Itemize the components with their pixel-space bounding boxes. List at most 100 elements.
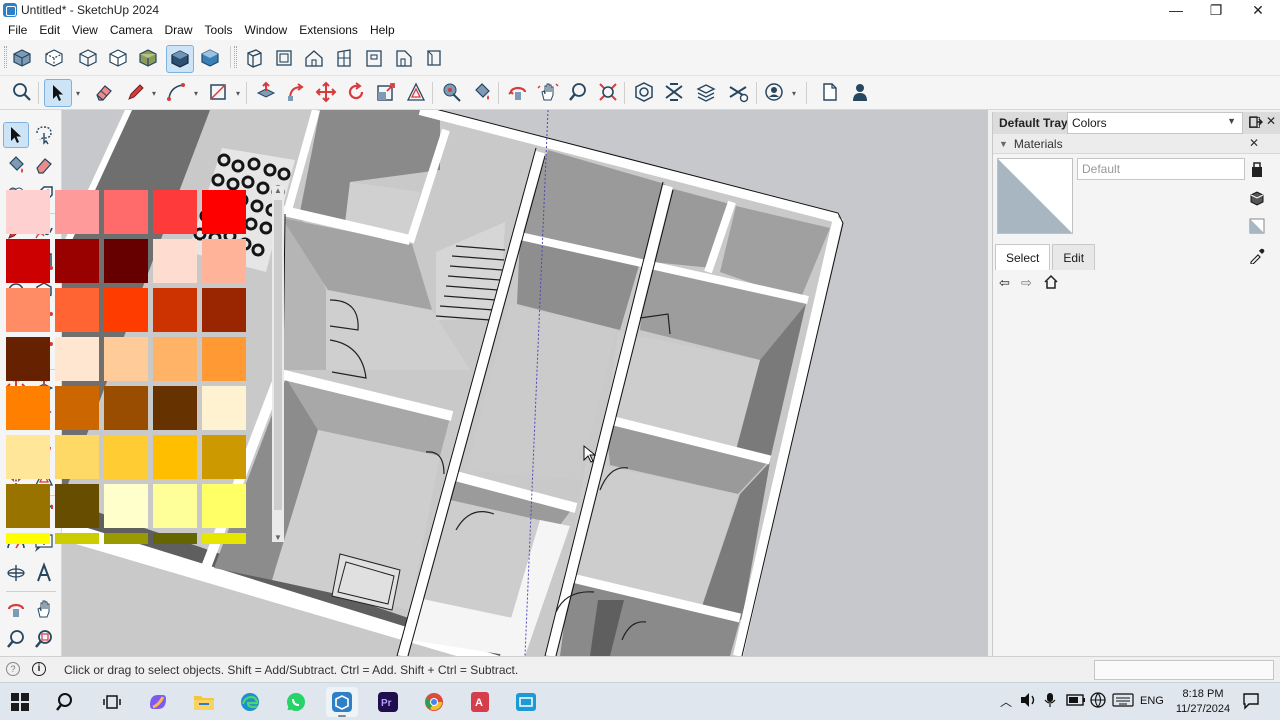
menu-file[interactable]: File <box>2 23 33 37</box>
taskbar-clock[interactable]: 8:18 PM 11/27/2024 <box>1172 687 1234 717</box>
monochrome-icon[interactable] <box>198 46 222 70</box>
display-secondary-pane-icon[interactable] <box>1247 160 1267 180</box>
color-swatch[interactable] <box>153 288 197 332</box>
paint-bucket-icon[interactable] <box>470 80 494 104</box>
paint-bucket-icon[interactable] <box>3 152 29 178</box>
tab-edit[interactable]: Edit <box>1052 244 1096 270</box>
layout-icon[interactable] <box>694 80 718 104</box>
menu-help[interactable]: Help <box>364 23 401 37</box>
menu-extensions[interactable]: Extensions <box>293 23 364 37</box>
color-swatch[interactable] <box>55 337 99 381</box>
info-icon[interactable]: i <box>32 662 46 676</box>
menu-edit[interactable]: Edit <box>33 23 66 37</box>
close-button[interactable]: ✕ <box>1238 0 1278 20</box>
task-view-icon[interactable] <box>96 687 128 717</box>
menu-camera[interactable]: Camera <box>104 23 159 37</box>
hidden-line-icon[interactable] <box>106 46 130 70</box>
default-material-icon[interactable] <box>1247 216 1267 236</box>
extension-manager-icon[interactable] <box>726 80 750 104</box>
color-swatch[interactable] <box>6 239 50 283</box>
copilot-icon[interactable] <box>142 687 174 717</box>
select-tool-icon[interactable] <box>44 79 72 107</box>
pencil-icon[interactable] <box>124 80 148 104</box>
color-swatch[interactable] <box>153 190 197 234</box>
xray-style-icon[interactable] <box>10 46 34 70</box>
menu-view[interactable]: View <box>66 23 104 37</box>
back-edges-icon[interactable] <box>42 46 66 70</box>
menu-draw[interactable]: Draw <box>159 23 199 37</box>
keyboard-icon[interactable] <box>1112 693 1134 710</box>
windows-start-icon[interactable] <box>4 687 36 717</box>
color-swatch[interactable] <box>55 190 99 234</box>
color-swatch[interactable] <box>55 239 99 283</box>
color-swatch[interactable] <box>202 435 246 479</box>
color-swatch[interactable] <box>6 484 50 528</box>
select-tool-icon[interactable] <box>3 122 29 148</box>
color-swatch[interactable] <box>104 435 148 479</box>
measurements-box[interactable] <box>1094 660 1274 680</box>
maximize-button[interactable]: ❐ <box>1196 0 1236 20</box>
globe-icon[interactable] <box>1090 692 1106 711</box>
forward-arrow-icon[interactable]: ⇨ <box>1021 275 1032 291</box>
home-icon[interactable] <box>1043 274 1059 293</box>
materials-panel-header[interactable]: ▼ Materials ✕ <box>993 134 1280 154</box>
color-swatch[interactable] <box>153 533 197 544</box>
chevron-down-icon[interactable]: ▾ <box>150 81 158 105</box>
extension-warehouse-icon[interactable] <box>662 80 686 104</box>
color-swatch[interactable] <box>202 533 246 544</box>
speaker-icon[interactable] <box>1020 692 1038 711</box>
3d-warehouse-icon[interactable] <box>632 80 656 104</box>
scale-tool-icon[interactable] <box>374 80 398 104</box>
material-preview-swatch[interactable] <box>997 158 1073 234</box>
eyedropper-icon[interactable] <box>1247 246 1267 266</box>
color-swatch[interactable] <box>202 288 246 332</box>
color-swatch[interactable] <box>6 435 50 479</box>
rectangle-tool-icon[interactable] <box>206 80 230 104</box>
material-name-field[interactable]: Default <box>1077 158 1245 180</box>
back-view-icon[interactable] <box>362 46 386 70</box>
notification-icon[interactable] <box>1242 692 1260 713</box>
tab-select[interactable]: Select <box>995 244 1051 270</box>
move-tool-icon[interactable] <box>314 80 338 104</box>
screen-recorder-icon[interactable] <box>510 687 542 717</box>
zoom-icon[interactable] <box>566 80 590 104</box>
color-swatch[interactable] <box>6 288 50 332</box>
color-swatch[interactable] <box>55 484 99 528</box>
color-swatch[interactable] <box>153 386 197 430</box>
color-swatch[interactable] <box>104 484 148 528</box>
orbit-camera-icon[interactable] <box>3 596 29 622</box>
details-arrow-icon[interactable] <box>1249 114 1263 133</box>
new-file-icon[interactable] <box>818 80 842 104</box>
create-material-icon[interactable] <box>1247 188 1267 208</box>
zoom-extents-icon[interactable] <box>596 80 620 104</box>
color-swatch[interactable] <box>104 386 148 430</box>
pan-hand-icon[interactable] <box>31 596 57 622</box>
color-swatch[interactable] <box>153 337 197 381</box>
color-swatch[interactable] <box>6 190 50 234</box>
menu-tools[interactable]: Tools <box>199 23 239 37</box>
color-swatch[interactable] <box>202 239 246 283</box>
chevron-down-icon[interactable]: ▾ <box>234 81 242 105</box>
push-pull-icon[interactable] <box>254 80 278 104</box>
color-swatch[interactable] <box>104 190 148 234</box>
scrollbar-thumb[interactable] <box>274 200 282 510</box>
offset-tool-icon[interactable] <box>404 80 428 104</box>
collapse-chevron-icon[interactable]: ▼ <box>999 139 1008 149</box>
color-swatch[interactable] <box>55 533 99 544</box>
close-icon[interactable]: ✕ <box>1266 114 1276 128</box>
zoom-icon[interactable] <box>3 626 29 652</box>
eraser-icon[interactable] <box>31 152 57 178</box>
autocad-icon[interactable]: A <box>464 687 496 717</box>
zoom-window-icon[interactable] <box>31 626 57 652</box>
close-icon[interactable]: ✕ <box>1249 136 1259 150</box>
color-swatch[interactable] <box>202 386 246 430</box>
chevron-down-icon[interactable]: ▾ <box>192 81 200 105</box>
3d-text-icon[interactable] <box>31 560 57 586</box>
scroll-down-icon[interactable]: ▼ <box>274 533 282 542</box>
back-arrow-icon[interactable]: ⇦ <box>999 275 1010 291</box>
rotate-tool-icon[interactable] <box>344 80 368 104</box>
whatsapp-icon[interactable] <box>280 687 312 717</box>
wireframe-icon[interactable] <box>76 46 100 70</box>
swatch-scrollbar[interactable]: ▲ ▼ <box>272 186 284 542</box>
eraser-icon[interactable] <box>92 80 116 104</box>
